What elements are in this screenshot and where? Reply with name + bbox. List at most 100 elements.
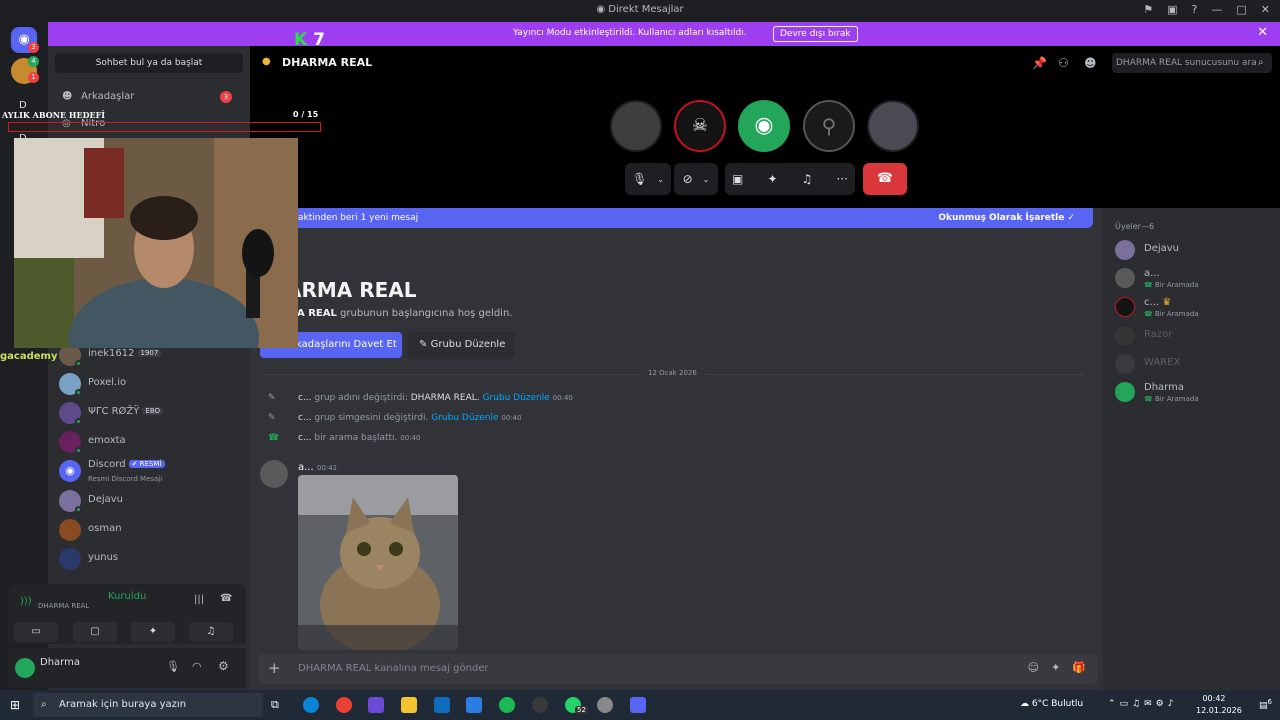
microphone-icon[interactable]: 🎙 bbox=[166, 660, 180, 673]
activities-button[interactable]: ✦ bbox=[131, 622, 175, 642]
status-dot bbox=[75, 418, 82, 425]
minimize-button[interactable]: — bbox=[1211, 3, 1222, 16]
activities-icon[interactable]: ✦ bbox=[767, 172, 777, 186]
message-author[interactable]: a... bbox=[298, 462, 314, 473]
gift-icon[interactable]: 🎁 bbox=[1072, 661, 1086, 674]
more-icon[interactable]: ··· bbox=[837, 172, 848, 186]
end-call-button[interactable]: ☎ bbox=[863, 163, 907, 195]
app-icon[interactable] bbox=[368, 697, 384, 713]
timestamp: 00:40 bbox=[400, 434, 421, 442]
notifications-icon[interactable]: ▤6 bbox=[1259, 698, 1272, 711]
sidebar-item-friends[interactable]: ☻ Arkadaşlar 3 bbox=[56, 86, 242, 108]
edit-group-link[interactable]: Grubu Düzenle bbox=[431, 413, 498, 423]
mark-as-read-button[interactable]: Okunmuş Olarak İşaretle ✓ bbox=[938, 213, 1075, 223]
chevron-down-icon[interactable]: ⌄ bbox=[657, 175, 664, 184]
group-name: DHARMA REAL bbox=[282, 56, 373, 69]
message-composer[interactable]: + DHARMA REAL kanalına mesaj gönder ☺ ✦ … bbox=[258, 654, 1098, 684]
dm-item[interactable]: osman bbox=[56, 516, 242, 544]
chrome-icon[interactable] bbox=[336, 697, 352, 713]
member-item-offline[interactable]: WAREX bbox=[1113, 352, 1273, 378]
soundboard-button[interactable]: ♫ bbox=[189, 622, 233, 642]
pin-icon[interactable]: 📌 bbox=[1032, 56, 1047, 70]
dm-name: Discord ✔ RESMİ bbox=[88, 459, 165, 470]
camera-button[interactable]: ▭ bbox=[14, 622, 58, 642]
call-participant-avatar[interactable]: ⚲ bbox=[803, 100, 855, 152]
dm-item[interactable]: emoxta bbox=[56, 428, 242, 456]
apps-icon[interactable]: ✦ bbox=[1051, 661, 1060, 674]
camera-control[interactable]: ⊘ ⌄ bbox=[674, 163, 718, 195]
new-messages-bar[interactable]: aktinden beri 1 yeni mesaj Okunmuş Olara… bbox=[250, 208, 1093, 228]
message-input[interactable]: DHARMA REAL kanalına mesaj gönder bbox=[298, 663, 489, 674]
windows-start-icon[interactable]: ⊞ bbox=[10, 698, 20, 712]
screen-share-button[interactable]: ▢ bbox=[73, 622, 117, 642]
screen-share-icon[interactable]: ▣ bbox=[732, 172, 743, 186]
system-user[interactable]: c... bbox=[298, 433, 312, 443]
emoji-icon[interactable]: ☺ bbox=[1028, 661, 1039, 674]
disable-streamer-mode-button[interactable]: Devre dışı bırak bbox=[773, 26, 858, 42]
mark-as-read-label: Okunmuş Olarak İşaretle bbox=[938, 213, 1065, 223]
obs-icon[interactable] bbox=[532, 697, 548, 713]
screen-icon[interactable]: ▣ bbox=[1167, 3, 1177, 16]
store-icon[interactable] bbox=[466, 697, 482, 713]
clock-time: 00:42 bbox=[1202, 694, 1226, 703]
spotify-icon[interactable] bbox=[499, 697, 515, 713]
voice-channel-name[interactable]: DHARMA REAL bbox=[38, 602, 89, 610]
taskbar-clock[interactable]: 00:42 12.01.2026 bbox=[1196, 693, 1242, 717]
inbox-icon[interactable]: ⚑ bbox=[1143, 3, 1153, 16]
webcam-feed bbox=[14, 138, 298, 348]
friends-icon: ☻ bbox=[62, 91, 73, 102]
status-dot bbox=[75, 506, 82, 513]
welcome-text: A REAL grubunun başlangıcına hoş geldin. bbox=[297, 308, 512, 319]
call-participant-avatar[interactable]: ☠ bbox=[674, 100, 726, 152]
call-participant-avatar[interactable] bbox=[610, 100, 662, 152]
member-activity: ☎ Bir Aramada bbox=[1144, 281, 1199, 289]
search-input[interactable]: DHARMA REAL sunucusunu ara bbox=[1112, 53, 1272, 73]
task-view-icon[interactable]: ⧉ bbox=[271, 698, 279, 712]
disconnect-icon[interactable]: ☎ bbox=[220, 593, 232, 604]
system-user[interactable]: c... bbox=[298, 393, 312, 403]
file-explorer-icon[interactable] bbox=[401, 697, 417, 713]
headphones-icon[interactable]: ◠ bbox=[192, 660, 202, 673]
edge-icon[interactable] bbox=[303, 697, 319, 713]
status-dot bbox=[75, 389, 82, 396]
app-icon[interactable] bbox=[597, 697, 613, 713]
add-friend-icon[interactable]: ⚇ bbox=[1058, 56, 1069, 70]
edit-group-button[interactable]: ✎ Grubu Düzenle bbox=[407, 332, 515, 358]
help-icon[interactable]: ? bbox=[1192, 3, 1198, 16]
maximize-button[interactable]: □ bbox=[1236, 3, 1246, 16]
message-avatar[interactable] bbox=[260, 460, 288, 488]
dm-subtitle: Resmi Discord Mesajı bbox=[88, 475, 163, 483]
member-item[interactable]: Dejavu bbox=[1113, 238, 1273, 264]
close-icon[interactable]: ✕ bbox=[1257, 25, 1268, 40]
soundboard-icon[interactable]: ♫ bbox=[802, 172, 813, 186]
call-participant-avatar[interactable]: ◉ bbox=[738, 100, 790, 152]
call-participant-avatar[interactable] bbox=[867, 100, 919, 152]
find-conversation-button[interactable]: Sohbet bul ya da başlat bbox=[55, 53, 243, 73]
mic-control[interactable]: 🎙 ⌄ bbox=[625, 163, 671, 195]
noise-suppression-icon[interactable]: ||| bbox=[194, 594, 204, 605]
dm-item[interactable]: ΨΓC RØŽŸ EBO bbox=[56, 399, 242, 427]
close-window-button[interactable]: ✕ bbox=[1261, 3, 1270, 16]
outlook-icon[interactable] bbox=[434, 697, 450, 713]
member-item[interactable]: Dharma ☎ Bir Aramada bbox=[1113, 380, 1273, 406]
tray-icons[interactable]: ⌃▭♫✉⚙♪ bbox=[1108, 699, 1177, 709]
system-user[interactable]: c... bbox=[298, 413, 312, 423]
member-item-offline[interactable]: Razor bbox=[1113, 324, 1273, 350]
weather-widget[interactable]: ☁ 6°C Bulutlu bbox=[1020, 699, 1083, 709]
taskbar-search[interactable]: ⌕ Aramak için buraya yazın bbox=[33, 693, 263, 717]
chevron-down-icon[interactable]: ⌄ bbox=[703, 175, 710, 184]
add-attachment-icon[interactable]: + bbox=[268, 659, 281, 677]
members-icon[interactable]: ☻ bbox=[1084, 56, 1097, 70]
dm-item[interactable]: yunus bbox=[56, 545, 242, 573]
member-item[interactable]: a... ☎ Bir Aramada bbox=[1113, 266, 1273, 292]
member-item[interactable]: c... ♛ ☎ Bir Aramada bbox=[1113, 295, 1273, 321]
settings-gear-icon[interactable]: ⚙ bbox=[218, 659, 229, 673]
dm-item[interactable]: Poxel.io bbox=[56, 370, 242, 398]
edit-group-link[interactable]: Grubu Düzenle bbox=[483, 393, 550, 403]
dm-item[interactable]: Dejavu bbox=[56, 487, 242, 515]
discord-taskbar-icon[interactable] bbox=[630, 697, 646, 713]
clock-date: 12.01.2026 bbox=[1196, 706, 1242, 715]
dm-item-discord[interactable]: ◉ Discord ✔ RESMİ Resmi Discord Mesajı bbox=[56, 457, 242, 485]
user-avatar[interactable] bbox=[15, 658, 35, 678]
cat-photo-attachment[interactable] bbox=[298, 475, 458, 650]
